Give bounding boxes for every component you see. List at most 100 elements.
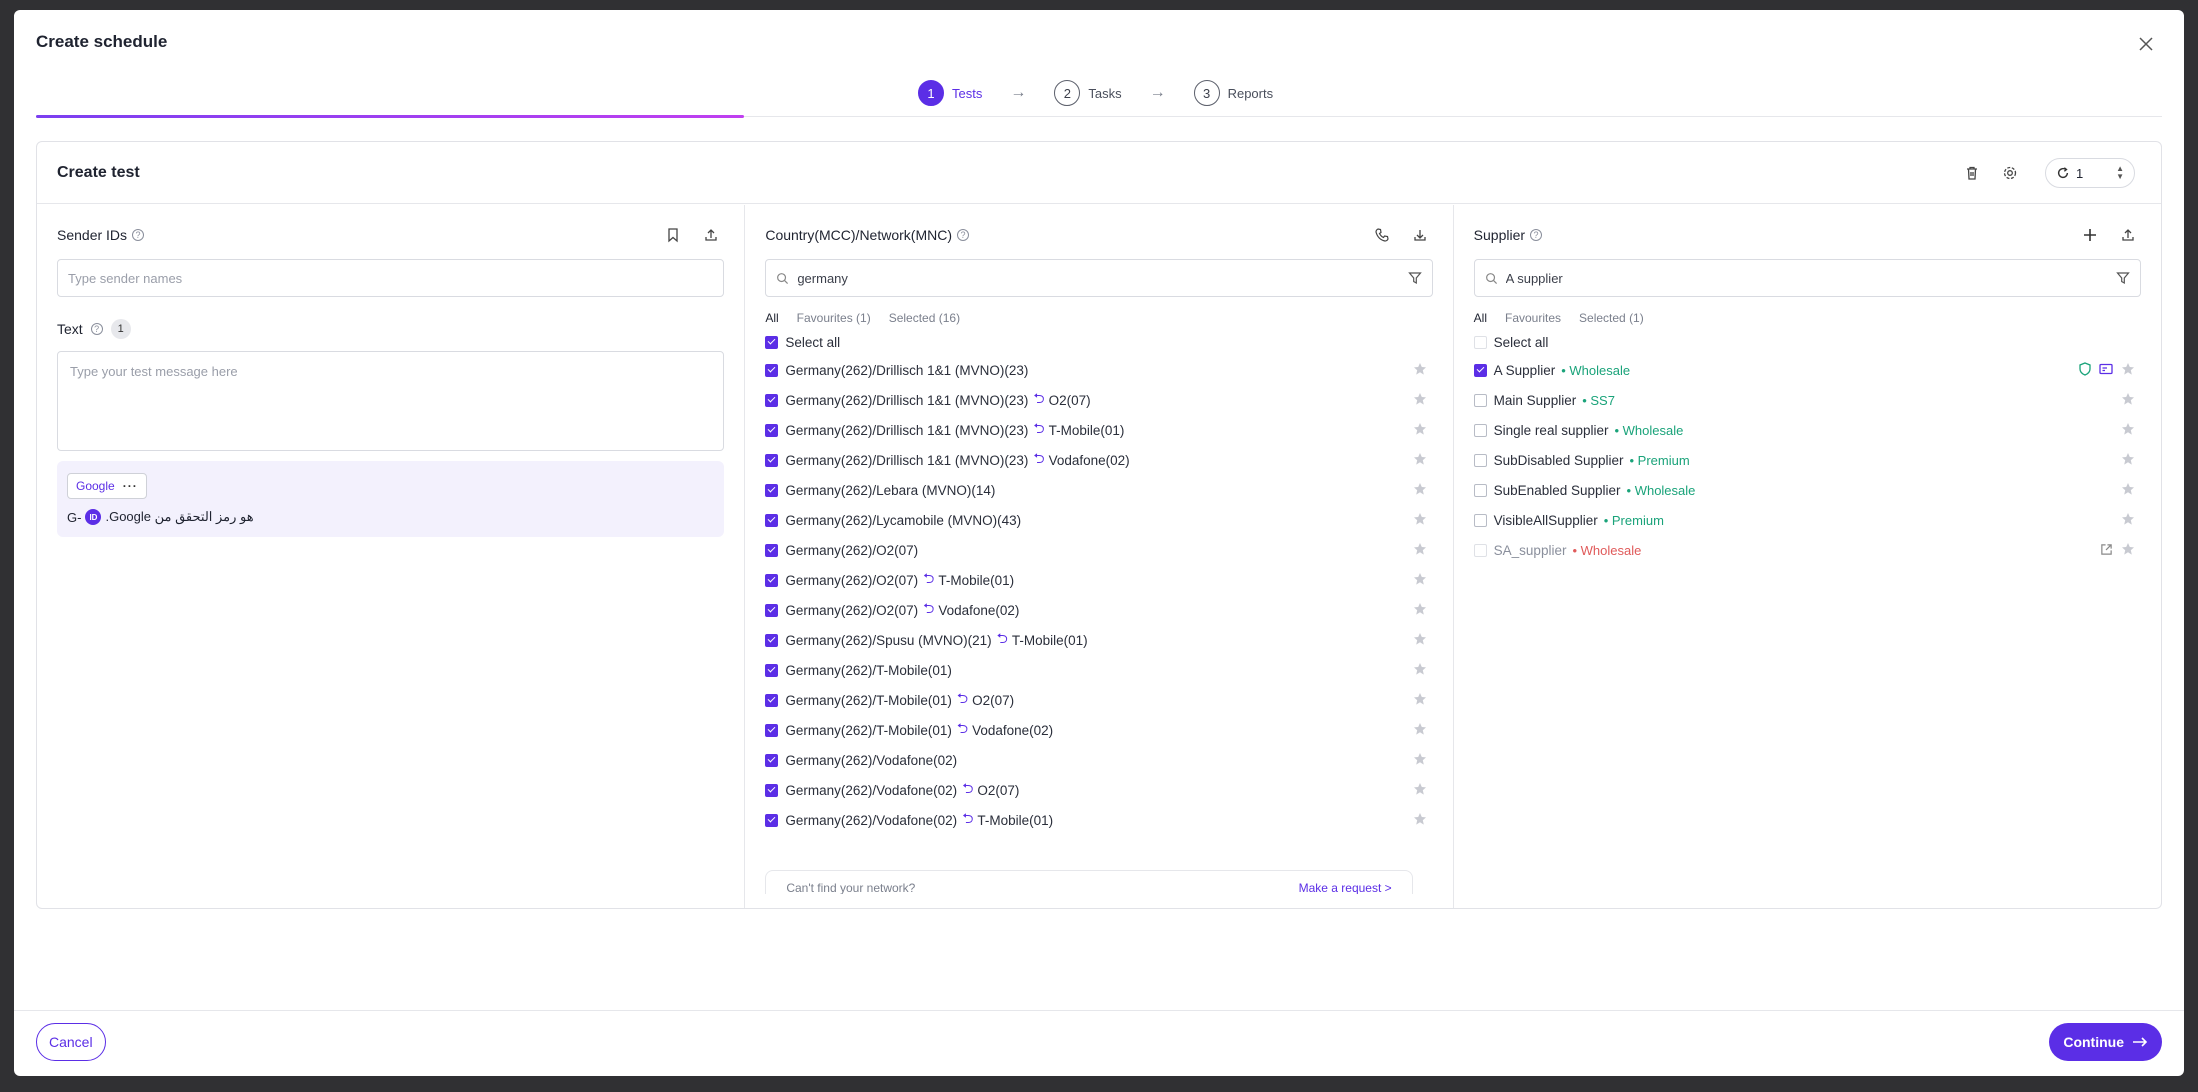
supplier-row[interactable]: SubEnabled Supplier Wholesale [1473,475,2141,505]
upload-button[interactable] [698,222,724,248]
step-tasks[interactable]: 2 Tasks [1054,80,1122,106]
select-all-row[interactable]: Select all [765,329,1432,355]
star-icon[interactable] [1413,362,1427,376]
more-icon[interactable]: ··· [123,479,138,493]
star-icon[interactable] [1413,662,1427,676]
supplier-row[interactable]: SubDisabled Supplier Premium [1473,445,2141,475]
network-row[interactable]: Germany(262)/Lebara (MVNO)(14) [765,475,1432,505]
filter-icon[interactable] [2116,271,2130,285]
network-checkbox[interactable] [765,453,779,467]
supplier-checkbox[interactable] [1473,393,1487,407]
step-reports[interactable]: 3 Reports [1193,80,1273,106]
bookmark-button[interactable] [660,222,686,248]
star-icon[interactable] [1413,812,1427,826]
tab-favourites[interactable]: Favourites [1505,311,1561,325]
network-checkbox[interactable] [765,753,779,767]
network-row[interactable]: Germany(262)/Vodafone(02) ⮌ O2(07) [765,775,1432,805]
star-icon[interactable] [1413,422,1427,436]
continue-button[interactable]: Continue [2049,1023,2162,1061]
star-icon[interactable] [1413,722,1427,736]
card-icon[interactable] [2099,363,2113,375]
external-link-icon[interactable] [2100,543,2113,556]
network-row[interactable]: Germany(262)/T-Mobile(01) ⮌ Vodafone(02) [765,715,1432,745]
star-icon[interactable] [1413,452,1427,466]
help-icon[interactable]: ? [90,323,103,335]
network-row[interactable]: Germany(262)/O2(07) [765,535,1432,565]
network-row[interactable]: Germany(262)/Drillisch 1&1 (MVNO)(23) ⮌ Vo… [765,445,1432,475]
network-row[interactable]: Germany(262)/Vodafone(02) [765,745,1432,775]
star-icon[interactable] [1413,392,1427,406]
supplier-checkbox[interactable] [1473,453,1487,467]
tab-selected[interactable]: Selected (16) [889,311,960,325]
network-checkbox[interactable] [765,633,779,647]
filter-icon[interactable] [1407,271,1422,285]
supplier-row[interactable]: Main Supplier SS7 [1473,385,2141,415]
network-checkbox[interactable] [765,423,779,437]
cancel-button[interactable]: Cancel [36,1023,106,1061]
network-search-input[interactable] [797,270,1408,286]
network-checkbox[interactable] [765,813,779,827]
network-row[interactable]: Germany(262)/T-Mobile(01) ⮌ O2(07) [765,685,1432,715]
network-row[interactable]: Germany(262)/Vodafone(02) ⮌ T-Mobile(01) [765,805,1432,835]
network-checkbox[interactable] [765,573,779,587]
delete-button[interactable] [1959,160,1985,186]
supplier-search-field[interactable] [1473,259,2141,297]
star-icon[interactable] [1413,572,1427,586]
supplier-search-input[interactable] [1505,270,2116,286]
network-row[interactable]: Germany(262)/T-Mobile(01) [765,655,1432,685]
step-tests[interactable]: 1 Tests [918,80,982,106]
network-checkbox[interactable] [765,363,779,377]
star-icon[interactable] [1413,602,1427,616]
star-icon[interactable] [2121,482,2135,496]
network-checkbox[interactable] [765,393,779,407]
star-icon[interactable] [1413,512,1427,526]
network-checkbox[interactable] [765,483,779,497]
star-icon[interactable] [1413,542,1427,556]
supplier-checkbox[interactable] [1473,423,1487,437]
select-all-checkbox[interactable] [765,335,779,349]
sender-names-input[interactable] [68,270,714,286]
tab-selected[interactable]: Selected (1) [1579,311,1644,325]
star-icon[interactable] [2121,362,2135,376]
network-row[interactable]: Germany(262)/Drillisch 1&1 (MVNO)(23) ⮌ T-… [765,415,1432,445]
select-all-row[interactable]: Select all [1473,329,2141,355]
supplier-checkbox[interactable] [1473,513,1487,527]
network-checkbox[interactable] [765,723,779,737]
network-row[interactable]: Germany(262)/O2(07) ⮌ T-Mobile(01) [765,565,1432,595]
tab-favourites[interactable]: Favourites (1) [797,311,871,325]
network-search-field[interactable] [765,259,1433,297]
download-button[interactable] [1407,222,1433,248]
supplier-checkbox[interactable] [1473,543,1487,557]
star-icon[interactable] [2121,542,2135,556]
upload-button[interactable] [2115,222,2141,248]
supplier-row[interactable]: A Supplier Wholesale [1473,355,2141,385]
network-row[interactable]: Germany(262)/Drillisch 1&1 (MVNO)(23) ⮌ O2… [765,385,1432,415]
star-icon[interactable] [1413,692,1427,706]
call-button[interactable] [1369,222,1395,248]
message-field[interactable] [57,351,725,451]
star-icon[interactable] [1413,782,1427,796]
supplier-row[interactable]: VisibleAllSupplier Premium [1473,505,2141,535]
message-input[interactable] [70,364,712,438]
select-all-checkbox[interactable] [1473,335,1487,349]
repeat-stepper[interactable]: 1 ▲ ▼ [2045,158,2135,188]
network-row[interactable]: Germany(262)/Spusu (MVNO)(21) ⮌ T-Mobile(0… [765,625,1432,655]
supplier-checkbox[interactable] [1473,483,1487,497]
tab-all[interactable]: All [1474,311,1487,325]
network-checkbox[interactable] [765,693,779,707]
network-checkbox[interactable] [765,543,779,557]
network-row[interactable]: Germany(262)/Drillisch 1&1 (MVNO)(23) [765,355,1432,385]
shield-icon[interactable] [2079,362,2091,376]
add-supplier-button[interactable] [2077,222,2103,248]
network-checkbox[interactable] [765,513,779,527]
network-checkbox[interactable] [765,663,779,677]
help-icon[interactable]: ? [1530,229,1543,241]
help-icon[interactable]: ? [957,229,969,241]
help-icon[interactable]: ? [132,229,145,241]
star-icon[interactable] [1413,482,1427,496]
sender-names-field[interactable] [57,259,725,297]
sender-chip[interactable]: Google ··· [67,473,147,499]
star-icon[interactable] [1413,632,1427,646]
network-row[interactable]: Germany(262)/Lycamobile (MVNO)(43) [765,505,1432,535]
spinner-arrows-icon[interactable]: ▲ ▼ [2116,165,2124,181]
